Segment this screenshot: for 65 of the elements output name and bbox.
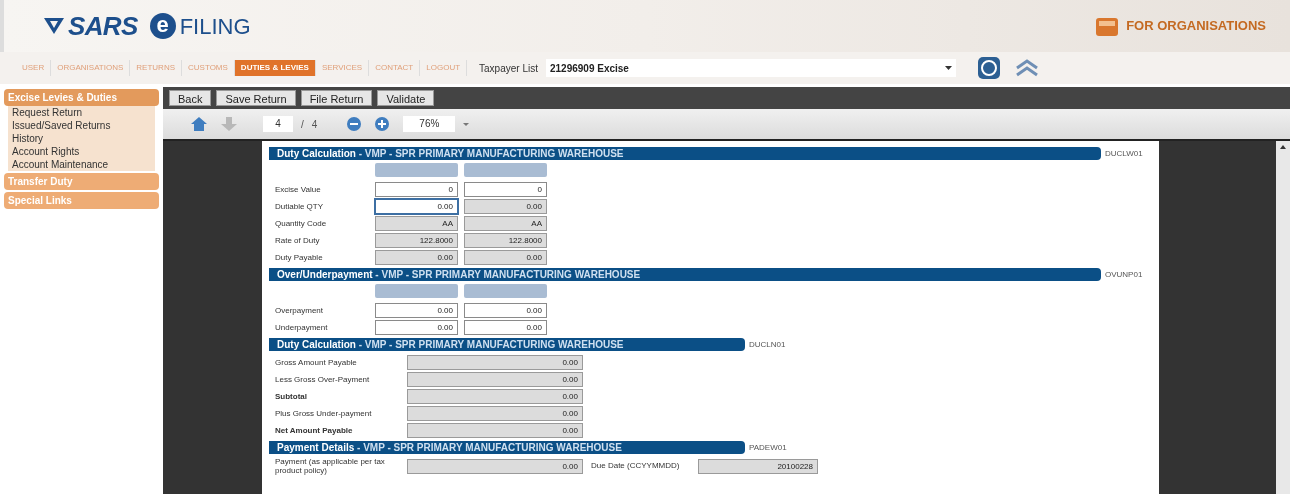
section-header: Payment Details - VMP - SPR PRIMARY MANUFACTURING WAREHOUSE xyxy=(269,441,745,454)
field-label: Overpayment xyxy=(275,306,324,315)
taxpayer-select[interactable]: 21296909 Excise xyxy=(545,59,956,77)
value-field[interactable]: 0.00 xyxy=(464,320,547,335)
value-field[interactable]: AA xyxy=(375,216,458,231)
audience-label: FOR ORGANISATIONS xyxy=(1126,17,1266,36)
field-label: Subtotal xyxy=(275,392,307,401)
value-field[interactable]: 0.00 xyxy=(407,458,583,474)
value-field[interactable]: 122.8000 xyxy=(375,233,458,248)
value-field[interactable]: 0.00 xyxy=(407,389,583,404)
value-field[interactable]: 0.00 xyxy=(464,199,547,214)
section-header: Duty Calculation - VMP - SPR PRIMARY MANUFACTURING WAREHOUSE xyxy=(269,338,745,351)
section-code: DUCLW01 xyxy=(1105,147,1143,160)
section-code: OVUNP01 xyxy=(1105,268,1143,281)
sidebar-item[interactable]: Account Maintenance xyxy=(8,158,155,171)
page-separator: / xyxy=(301,117,304,132)
page-field[interactable]: 4 xyxy=(263,116,293,132)
value-field[interactable]: 0.00 xyxy=(375,320,458,335)
value-field[interactable]: 0 xyxy=(464,182,547,197)
value-field[interactable]: 0.00 xyxy=(407,406,583,421)
value-field[interactable]: 0.00 xyxy=(375,303,458,318)
field-label: Plus Gross Under-payment xyxy=(275,409,372,418)
section-subtitle: - VMP - SPR PRIMARY MANUFACTURING WAREHOUSE xyxy=(374,269,641,280)
value-field[interactable]: 20100228 xyxy=(698,458,818,474)
action-button[interactable]: Save Return xyxy=(216,90,296,106)
field-label: Due Date (CCYYMMDD) xyxy=(591,460,680,472)
sidebar-item[interactable]: Issued/Saved Returns xyxy=(8,119,155,132)
action-button[interactable]: File Return xyxy=(300,90,373,106)
value-field[interactable]: 0.00 xyxy=(407,423,583,438)
section-header: Over/Underpayment - VMP - SPR PRIMARY MANUFACTURING WAREHOUSE xyxy=(269,268,1101,281)
logo-e: e xyxy=(149,13,176,39)
value-field[interactable]: AA xyxy=(464,216,547,231)
value-field[interactable]: 122.8000 xyxy=(464,233,547,248)
field-label: Less Gross Over-Payment xyxy=(275,375,370,384)
value-field[interactable]: 0.00 xyxy=(375,250,458,265)
field-label: Quantity Code xyxy=(275,219,327,228)
value-field[interactable]: 0.00 xyxy=(375,199,458,214)
section-code: DUCLN01 xyxy=(749,338,786,351)
value-field[interactable]: 0.00 xyxy=(464,250,547,265)
section-header: Duty Calculation - VMP - SPR PRIMARY MANUFACTURING WAREHOUSE xyxy=(269,147,1101,160)
field-label: Gross Amount Payable xyxy=(275,358,357,367)
value-field[interactable]: 0.00 xyxy=(464,303,547,318)
section-subtitle: - VMP - SPR PRIMARY MANUFACTURING WAREHOUSE xyxy=(356,442,622,453)
field-label: Duty Payable xyxy=(275,253,323,262)
section-subtitle: - VMP - SPR PRIMARY MANUFACTURING WAREHOUSE xyxy=(357,339,624,350)
value-field[interactable]: 0.00 xyxy=(407,355,583,370)
sidebar-item[interactable]: Account Rights xyxy=(8,145,155,158)
action-button[interactable]: Validate xyxy=(377,90,435,106)
field-label: Dutiable QTY xyxy=(275,202,324,211)
value-field[interactable]: 0.00 xyxy=(407,372,583,387)
taxpayer-label: Taxpayer List xyxy=(479,61,538,76)
page-count: 4 xyxy=(311,117,318,132)
field-label: Excise Value xyxy=(275,185,321,194)
value-field[interactable]: 0 xyxy=(375,182,458,197)
logo-brand: SARS xyxy=(68,9,138,43)
field-label: Underpayment xyxy=(275,323,328,332)
field-label: Net Amount Payable xyxy=(275,426,353,435)
sidebar-item[interactable]: History xyxy=(8,132,155,145)
logo-product: FILING xyxy=(179,12,251,41)
action-button[interactable]: Back xyxy=(169,90,212,106)
field-label: Rate of Duty xyxy=(275,236,320,245)
section-code: PADEW01 xyxy=(749,441,787,454)
sidebar-item[interactable]: Request Return xyxy=(8,106,155,119)
section-subtitle: - VMP - SPR PRIMARY MANUFACTURING WAREHOUSE xyxy=(357,148,624,159)
field-label: Payment (as applicable per tax product policy) xyxy=(275,457,386,475)
